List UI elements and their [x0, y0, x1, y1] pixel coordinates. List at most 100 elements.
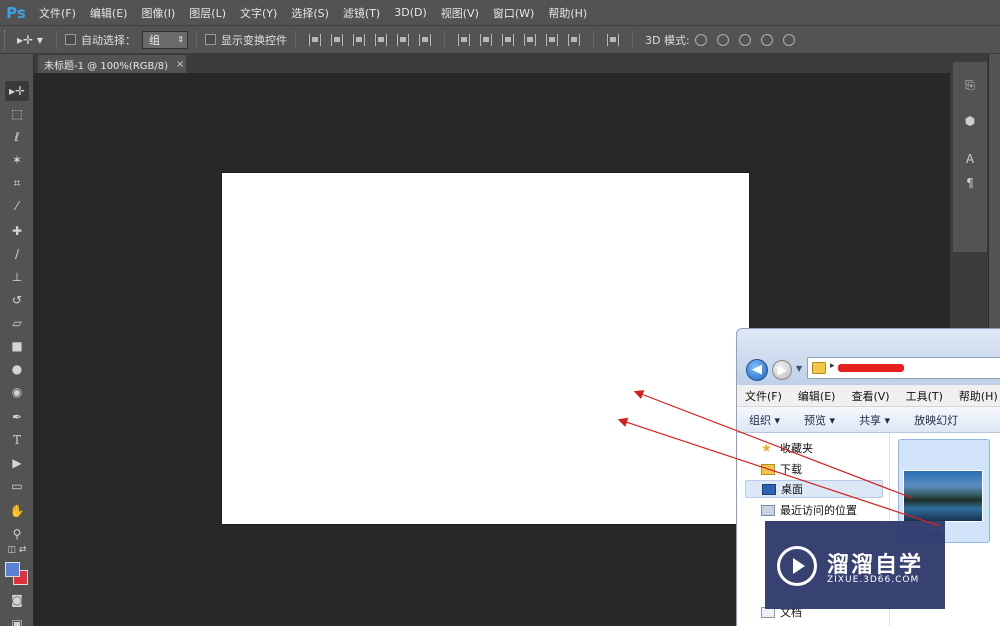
- 3d-panel-icon[interactable]: ⬢: [961, 114, 979, 130]
- document-tab[interactable]: 未标题-1 @ 100%(RGB/8) ×: [38, 55, 186, 73]
- menu-file[interactable]: 文件(F): [32, 5, 83, 21]
- nav-desktop[interactable]: 桌面: [745, 480, 883, 498]
- share-button[interactable]: 共享 ▾: [847, 412, 902, 428]
- distribute-vcenter-icon[interactable]: [480, 33, 492, 46]
- explorer-menu-edit[interactable]: 编辑(E): [790, 388, 844, 404]
- move-tool-preset[interactable]: ▸✛ ▾: [12, 33, 48, 47]
- align-right-icon[interactable]: [419, 33, 431, 46]
- healing-tool[interactable]: ✚: [5, 221, 29, 241]
- crop-tool[interactable]: ⌗: [5, 173, 29, 193]
- align-top-icon[interactable]: [309, 33, 321, 46]
- menu-select[interactable]: 选择(S): [284, 5, 336, 21]
- foreground-color-swatch[interactable]: [5, 562, 20, 577]
- preview-button[interactable]: 预览 ▾: [792, 412, 847, 428]
- history-brush-tool[interactable]: ↺: [5, 290, 29, 310]
- close-icon[interactable]: ×: [176, 59, 184, 70]
- history-panel-icon[interactable]: ⎘: [961, 78, 979, 94]
- divider: [632, 30, 633, 49]
- menu-image[interactable]: 图像(I): [134, 5, 182, 21]
- hand-tool[interactable]: ✋: [5, 501, 29, 521]
- forward-button[interactable]: ▶: [772, 360, 792, 380]
- lasso-icon: ℓ: [14, 130, 20, 144]
- explorer-menu-bar: 文件(F) 编辑(E) 查看(V) 工具(T) 帮助(H): [737, 385, 1000, 407]
- zoom-tool[interactable]: ⚲: [5, 524, 29, 544]
- 3d-rotate-icon[interactable]: [694, 33, 707, 46]
- nav-downloads[interactable]: 下载: [761, 460, 802, 478]
- magic-wand-tool[interactable]: ✶: [5, 150, 29, 170]
- explorer-titlebar: ◀ ▶ ▼ ▸: [737, 329, 1000, 385]
- character-panel-icon[interactable]: A: [961, 152, 979, 168]
- paragraph-panel-icon[interactable]: ¶: [961, 176, 979, 192]
- show-transform-label: 显示变换控件: [221, 33, 287, 47]
- shape-tool[interactable]: ▭: [5, 476, 29, 496]
- slideshow-button[interactable]: 放映幻灯: [902, 412, 970, 428]
- address-bar[interactable]: ▸: [807, 357, 1000, 379]
- distribute-hcenter-icon[interactable]: [546, 33, 558, 46]
- move-tool[interactable]: ▸✛: [5, 81, 29, 101]
- show-transform-checkbox[interactable]: [205, 34, 216, 45]
- lasso-tool[interactable]: ℓ: [5, 127, 29, 147]
- quick-mask-tool[interactable]: ◙: [5, 590, 29, 610]
- align-vcenter-icon[interactable]: [331, 33, 343, 46]
- back-button[interactable]: ◀: [746, 359, 768, 381]
- 3d-roll-icon[interactable]: [716, 33, 729, 46]
- eraser-tool[interactable]: ▱: [5, 313, 29, 333]
- explorer-menu-file[interactable]: 文件(F): [737, 388, 790, 404]
- path-select-tool[interactable]: ▶: [5, 453, 29, 473]
- explorer-menu-help[interactable]: 帮助(H): [951, 388, 1000, 404]
- align-left-icon[interactable]: [375, 33, 387, 46]
- distribute-left-icon[interactable]: [524, 33, 536, 46]
- nav-favorites-label: 收藏夹: [780, 442, 813, 455]
- nav-favorites[interactable]: ★ 收藏夹: [761, 439, 813, 457]
- type-tool[interactable]: T: [5, 430, 29, 450]
- menu-layer[interactable]: 图层(L): [182, 5, 233, 21]
- align-hcenter-icon[interactable]: [397, 33, 409, 46]
- menu-filter[interactable]: 滤镜(T): [336, 5, 387, 21]
- menu-edit[interactable]: 编辑(E): [83, 5, 135, 21]
- dodge-tool[interactable]: ◉: [5, 382, 29, 402]
- nav-downloads-label: 下载: [780, 463, 802, 476]
- landscape-thumbnail: [903, 470, 983, 522]
- document-canvas[interactable]: [222, 173, 749, 524]
- eyedropper-tool[interactable]: ⁄: [5, 196, 29, 216]
- distribute-bottom-icon[interactable]: [502, 33, 514, 46]
- nav-recent[interactable]: 最近访问的位置: [761, 501, 857, 519]
- type-icon: T: [12, 433, 21, 447]
- 3d-scale-icon[interactable]: [782, 33, 795, 46]
- mode-3d-label: 3D 模式:: [645, 33, 690, 47]
- menu-help[interactable]: 帮助(H): [541, 5, 594, 21]
- desktop-icon: [762, 483, 776, 495]
- pen-tool[interactable]: ✒: [5, 407, 29, 427]
- 3d-slide-icon[interactable]: [760, 33, 773, 46]
- eyedropper-icon: ⁄: [15, 199, 18, 213]
- organize-button[interactable]: 组织 ▾: [737, 412, 792, 428]
- 3d-pan-icon[interactable]: [738, 33, 751, 46]
- options-grip[interactable]: [4, 29, 12, 50]
- brush-tool[interactable]: ∕: [5, 244, 29, 264]
- menu-window[interactable]: 窗口(W): [486, 5, 541, 21]
- auto-align-icon[interactable]: [607, 33, 619, 46]
- move-icon: ▸✛ ▾: [17, 32, 43, 47]
- menu-3d[interactable]: 3D(D): [387, 6, 434, 19]
- menu-type[interactable]: 文字(Y): [233, 5, 284, 21]
- folder-icon: [812, 362, 826, 374]
- brush-icon: ∕: [14, 247, 20, 261]
- auto-select-dropdown[interactable]: 组 ⇕: [142, 30, 188, 49]
- gradient-tool[interactable]: ■: [5, 336, 29, 356]
- explorer-menu-tools[interactable]: 工具(T): [898, 388, 951, 404]
- watermark-subtitle: ZIXUE.3D66.COM: [827, 575, 920, 585]
- distribute-right-icon[interactable]: [568, 33, 580, 46]
- align-bottom-icon[interactable]: [353, 33, 365, 46]
- stamp-tool[interactable]: ⊥: [5, 267, 29, 287]
- chevron-right-icon: ▸: [830, 361, 835, 371]
- auto-select-checkbox[interactable]: [65, 34, 76, 45]
- distribute-top-icon[interactable]: [458, 33, 470, 46]
- screen-mode-tool[interactable]: ▣: [5, 614, 29, 626]
- marquee-tool[interactable]: ⬚: [5, 104, 29, 124]
- menu-view[interactable]: 视图(V): [434, 5, 486, 21]
- play-logo-icon: [777, 546, 817, 586]
- explorer-menu-view[interactable]: 查看(V): [843, 388, 897, 404]
- history-dropdown-icon[interactable]: ▼: [796, 364, 802, 373]
- blur-tool[interactable]: ●: [5, 359, 29, 379]
- swap-colors[interactable]: ◫ ⇄: [5, 544, 29, 556]
